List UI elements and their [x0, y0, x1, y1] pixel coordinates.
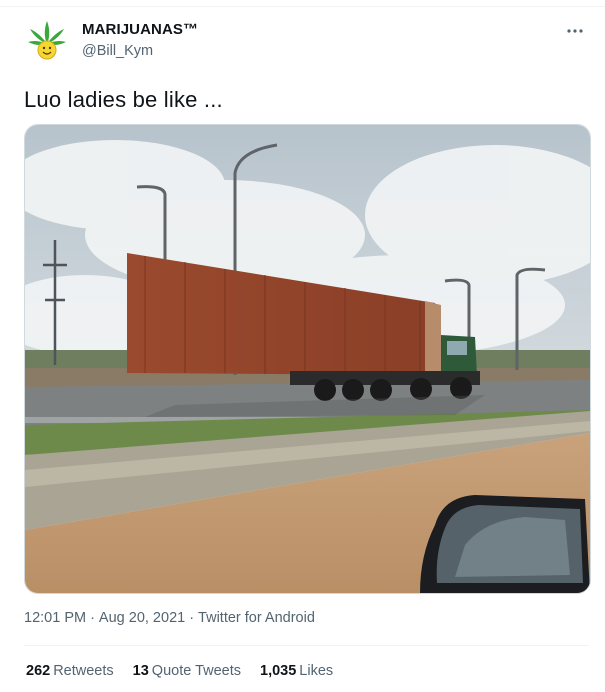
likes-label: Likes: [299, 663, 334, 679]
retweets-count: 262: [26, 663, 51, 679]
quote-tweets-label: Quote Tweets: [151, 663, 241, 679]
meta-separator: ·: [90, 610, 95, 626]
more-options-icon[interactable]: [563, 23, 587, 39]
tweet-time[interactable]: 12:01 PM: [24, 610, 86, 626]
tweet-text: Luo ladies be like ...: [24, 87, 223, 112]
likes-count: 1,035: [260, 663, 297, 679]
source-app-link[interactable]: Twitter for Android: [198, 610, 315, 626]
username[interactable]: @Bill_Kym: [82, 43, 153, 59]
likes-stat[interactable]: 1,035 Likes: [260, 663, 333, 679]
tweet-card: MARIJUANAS™ @Bill_Kym Luo ladies be like…: [0, 0, 605, 692]
tweet-meta: 12:01 PM · Aug 20, 2021 · Twitter for An…: [24, 610, 315, 626]
retweets-stat[interactable]: 262 Retweets: [26, 663, 114, 679]
tweet-date[interactable]: Aug 20, 2021: [99, 610, 185, 626]
retweets-label: Retweets: [53, 663, 114, 679]
stats-divider: [24, 645, 589, 646]
meta-separator: ·: [189, 610, 195, 626]
cannabis-leaf-smiley-icon: [28, 21, 66, 60]
top-border: [0, 6, 605, 7]
avatar[interactable]: [24, 17, 70, 63]
display-name[interactable]: MARIJUANAS™: [82, 21, 198, 38]
tweet-photo[interactable]: [24, 124, 591, 594]
quote-tweets-count: 13: [132, 663, 149, 679]
tweet-stats: 262 Retweets 13 Quote Tweets 1,035 Likes: [26, 663, 333, 679]
quote-tweets-stat[interactable]: 13 Quote Tweets: [133, 663, 241, 679]
container-truck-photo-icon: [25, 125, 590, 593]
